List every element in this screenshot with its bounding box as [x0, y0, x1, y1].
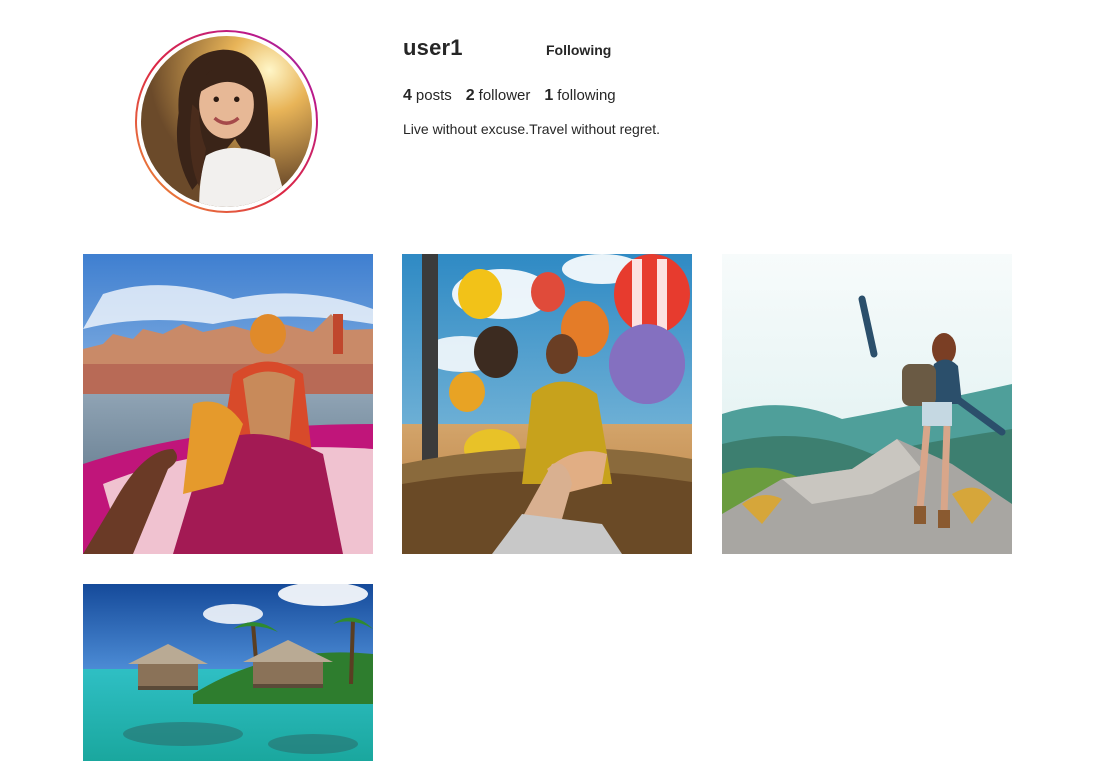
post-thumbnail[interactable] — [722, 254, 1012, 554]
follower-label: follower — [478, 87, 531, 104]
post-image — [722, 254, 1012, 554]
username: user1 — [403, 35, 463, 60]
post-thumbnail[interactable] — [402, 254, 692, 554]
post-thumbnail[interactable] — [83, 584, 373, 761]
avatar-story-ring[interactable] — [135, 30, 318, 213]
following-button[interactable]: Following — [540, 40, 617, 60]
posts-count: 4 — [403, 87, 412, 104]
post-image — [83, 254, 373, 554]
post-thumbnail[interactable] — [83, 254, 373, 554]
following-stat[interactable]: 1 following — [544, 87, 615, 105]
profile-stats: 4 posts 2 follower 1 following — [403, 87, 616, 105]
avatar[interactable] — [141, 36, 312, 207]
follower-count: 2 — [465, 87, 475, 104]
following-label: following — [557, 87, 616, 104]
post-image — [402, 254, 692, 554]
posts-label: posts — [415, 87, 452, 104]
profile-page: user1 Following 4 posts 2 follower 1 follow… — [0, 0, 1097, 761]
follower-stat[interactable]: 2 follower — [466, 87, 531, 105]
post-image — [83, 584, 373, 761]
posts-stat: 4 posts — [403, 87, 452, 105]
profile-bio: Live without excuse.Travel without regre… — [403, 121, 661, 137]
following-count: 1 — [544, 87, 554, 104]
